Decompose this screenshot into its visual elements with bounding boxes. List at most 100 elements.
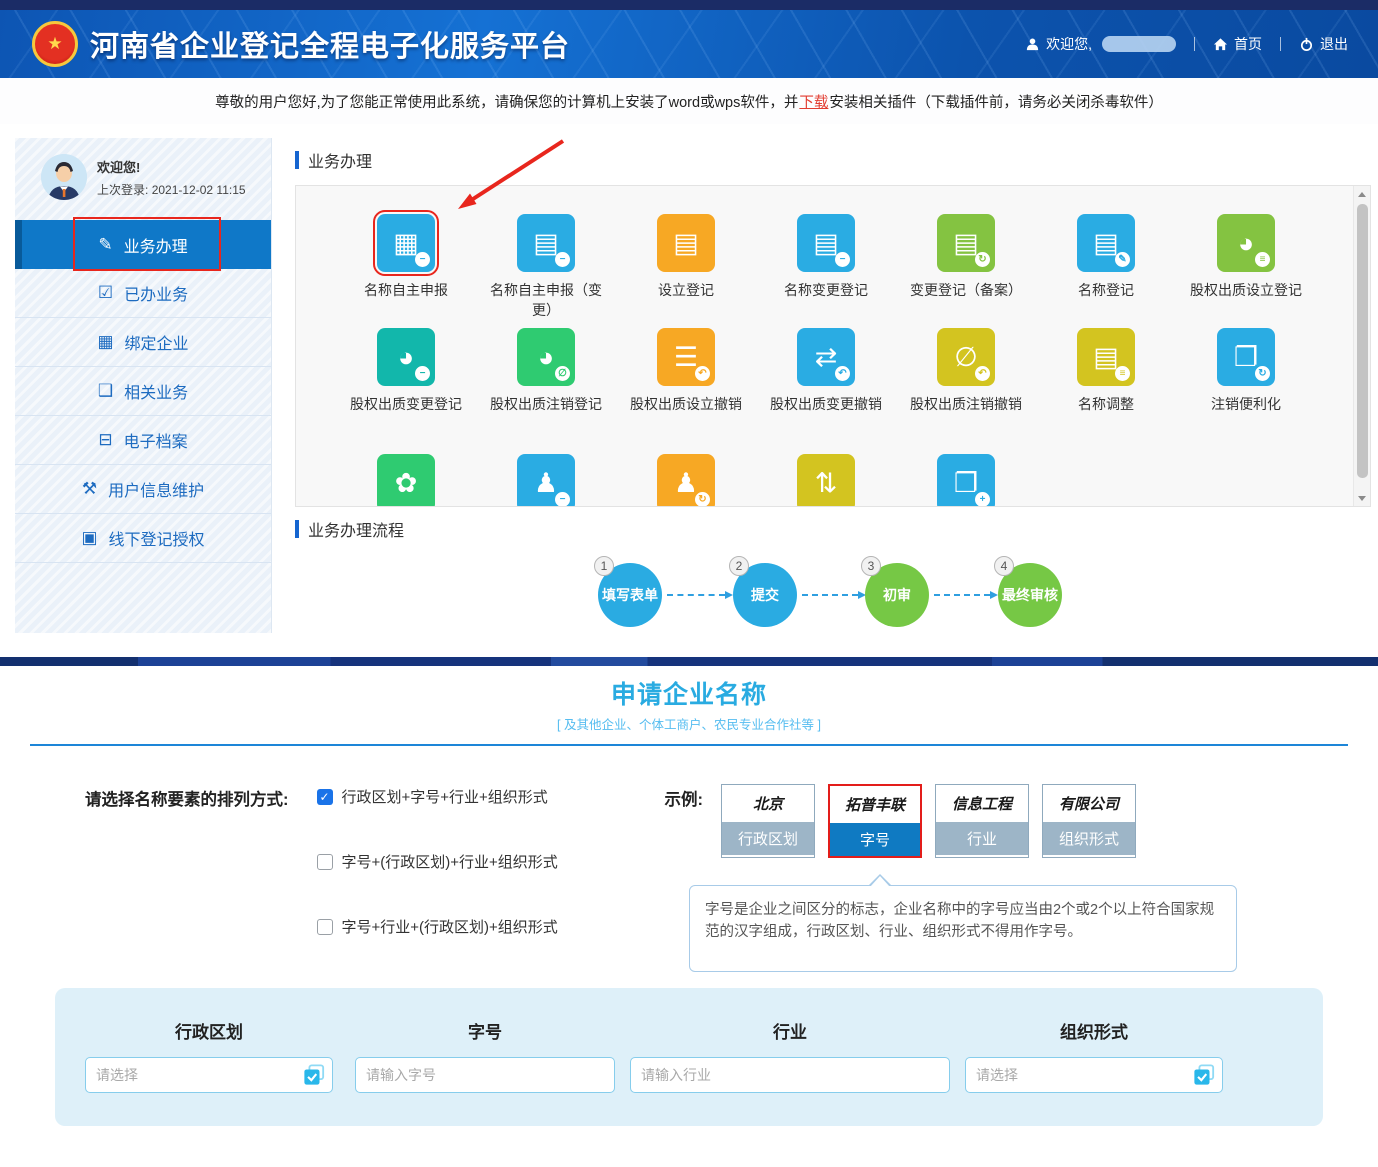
admin-division-select[interactable]: [85, 1057, 333, 1093]
badge-icon: +: [975, 492, 990, 507]
badge-icon: ↻: [695, 492, 710, 507]
scroll-up-button[interactable]: [1354, 186, 1370, 202]
org-form-select[interactable]: [965, 1057, 1223, 1093]
user-card: 欢迎您! 上次登录: 2021-12-02 11:15: [15, 138, 271, 220]
tile-partial-merge[interactable]: ⇅: [797, 454, 855, 507]
building-icon: ▦: [393, 230, 419, 257]
tile-label: 名称调整: [1040, 395, 1172, 415]
badge-icon: ↶: [975, 366, 990, 381]
scroll-down-button[interactable]: [1354, 490, 1370, 506]
badge-icon: ∅: [555, 366, 570, 381]
section-divider-strip: [0, 657, 1378, 666]
field-industry: 行业: [630, 1018, 950, 1093]
tile-label: 变更登记（备案）: [900, 281, 1032, 301]
sidebar-item-completed-business[interactable]: ☑ 已办业务: [15, 269, 271, 318]
tile-label: 股权出质设立登记: [1180, 281, 1312, 301]
tile-establishment-registration[interactable]: ▤: [657, 214, 715, 272]
business-tile-cell: ▤ ↻ 变更登记（备案）: [896, 214, 1036, 328]
option-trade-name-first[interactable]: 字号+(行政区划)+行业+组织形式: [317, 851, 625, 872]
clipboard-pen-icon: ▣: [81, 528, 97, 548]
flow-arrow: [667, 594, 725, 596]
business-tile-cell: ▤ ✎ 名称登记: [1036, 214, 1176, 328]
flow-step-fill-form: 1 填写表单: [598, 563, 662, 627]
sidebar: 欢迎您! 上次登录: 2021-12-02 11:15 ✎ 业务办理 ☑ 已办业…: [15, 138, 272, 633]
apply-name-section: 申请企业名称 [ 及其他企业、个体工商户、农民专业合作社等 ] 请选择名称要素的…: [0, 675, 1378, 1167]
swap-arrows-icon: ⇄: [815, 344, 838, 371]
badge-icon: ↶: [835, 366, 850, 381]
clipboard-icon: ▤: [1093, 344, 1119, 371]
business-tile-cell: ▦ − 名称自主申报: [336, 214, 476, 328]
tile-name-registration[interactable]: ▤ ✎: [1077, 214, 1135, 272]
tile-deregistration-facilitation[interactable]: ❐ ↻: [1217, 328, 1275, 386]
tile-partial-document-plus[interactable]: ❐ +: [937, 454, 995, 507]
notice-bar: 尊敬的用户您好,为了您能正常使用此系统，请确保您的计算机上安装了word或wps…: [0, 78, 1378, 124]
flower-icon: ✿: [395, 470, 418, 497]
option-admin-division-first[interactable]: 行政区划+字号+行业+组织形式: [317, 786, 625, 807]
logout-link[interactable]: 退出: [1299, 34, 1348, 54]
scrollbar[interactable]: [1353, 186, 1370, 506]
badge-icon: −: [555, 252, 570, 267]
trade-name-input[interactable]: [355, 1057, 615, 1093]
sidebar-item-bind-enterprise[interactable]: ▦ 绑定企业: [15, 318, 271, 367]
tile-label: 名称登记: [1040, 281, 1172, 301]
tile-equity-pledge-cancellation-revoke[interactable]: ∅ ↶: [937, 328, 995, 386]
business-tile-cell: ◕ ∅ 股权出质注销登记: [476, 328, 616, 454]
home-link[interactable]: 首页: [1213, 34, 1262, 54]
clipboard-icon: ▤: [813, 230, 839, 257]
flow-step-initial-review: 3 初审: [865, 563, 929, 627]
checkbox-unchecked-icon[interactable]: [317, 854, 333, 870]
sidebar-item-user-info-maintenance[interactable]: ⚒ 用户信息维护: [15, 465, 271, 514]
process-flow: 1 填写表单 2 提交 3 初审 4 最终审核: [285, 549, 1378, 657]
checkbox-checked-icon[interactable]: [317, 789, 333, 805]
industry-input[interactable]: [630, 1057, 950, 1093]
tile-change-registration-filing[interactable]: ▤ ↻: [937, 214, 995, 272]
tile-name-self-declaration-change[interactable]: ▤ −: [517, 214, 575, 272]
tile-label: 股权出质注销撤销: [900, 395, 1032, 415]
business-tile-cell: ▤ − 名称自主申报（变更）: [476, 214, 616, 328]
section-header-business: 业务办理: [295, 148, 1378, 172]
business-grid-panel: ▦ − 名称自主申报 ▤ − 名称自主申报（变更）: [295, 185, 1371, 507]
flow-step-final-review: 4 最终审核: [998, 563, 1062, 627]
nested-squares-icon: ❐: [1234, 344, 1258, 371]
tile-name-self-declaration[interactable]: ▦ −: [377, 214, 435, 272]
last-login: 上次登录: 2021-12-02 11:15: [97, 181, 246, 198]
page-subtitle: [ 及其他企业、个体工商户、农民专业合作社等 ]: [0, 714, 1378, 733]
avatar: [41, 154, 87, 200]
sidebar-item-related-business[interactable]: ❑ 相关业务: [15, 367, 271, 416]
field-trade-name: 字号: [355, 1018, 615, 1093]
tile-equity-pledge-cancellation[interactable]: ◕ ∅: [517, 328, 575, 386]
badge-icon: ≡: [1115, 366, 1130, 381]
tile-label: 名称变更登记: [760, 281, 892, 301]
tile-partial-person-minus[interactable]: ♟ −: [517, 454, 575, 507]
person-icon: ♟: [534, 470, 558, 497]
tile-equity-pledge-change-revoke[interactable]: ⇄ ↶: [797, 328, 855, 386]
step-number: 3: [861, 556, 881, 576]
tile-equity-pledge-establishment[interactable]: ◕ ≡: [1217, 214, 1275, 272]
pie-chart-icon: ◕: [398, 344, 414, 371]
welcome-user: 欢迎您,: [1025, 34, 1176, 54]
archive-box-icon: ⊟: [98, 430, 112, 450]
picker-check-icon[interactable]: [1193, 1064, 1215, 1086]
tile-name-change-registration[interactable]: ▤ −: [797, 214, 855, 272]
pie-chart-icon: ◕: [538, 344, 554, 371]
tile-name-adjustment[interactable]: ▤ ≡: [1077, 328, 1135, 386]
tile-equity-pledge-change[interactable]: ◕ −: [377, 328, 435, 386]
tile-equity-pledge-establishment-revoke[interactable]: ☰ ↶: [657, 328, 715, 386]
checkbox-unchecked-icon[interactable]: [317, 919, 333, 935]
badge-icon: ✎: [1115, 252, 1130, 267]
merge-arrows-icon: ⇅: [815, 470, 838, 497]
badge-icon: ↶: [695, 366, 710, 381]
sidebar-item-business-handling[interactable]: ✎ 业务办理: [15, 220, 271, 269]
sidebar-item-offline-authorization[interactable]: ▣ 线下登记授权: [15, 514, 271, 563]
field-admin-division: 行政区划: [85, 1018, 333, 1093]
page-title: 申请企业名称: [0, 675, 1378, 711]
tooltip-arrow: [870, 876, 890, 887]
picker-check-icon[interactable]: [303, 1064, 325, 1086]
tools-icon: ⚒: [82, 479, 97, 499]
download-link[interactable]: 下载: [799, 91, 828, 112]
tile-partial-person-refresh[interactable]: ♟ ↻: [657, 454, 715, 507]
scroll-thumb[interactable]: [1357, 204, 1368, 478]
sidebar-item-electronic-archives[interactable]: ⊟ 电子档案: [15, 416, 271, 465]
tile-partial-flower[interactable]: ✿: [377, 454, 435, 507]
option-trade-name-industry-first[interactable]: 字号+行业+(行政区划)+组织形式: [317, 916, 625, 937]
